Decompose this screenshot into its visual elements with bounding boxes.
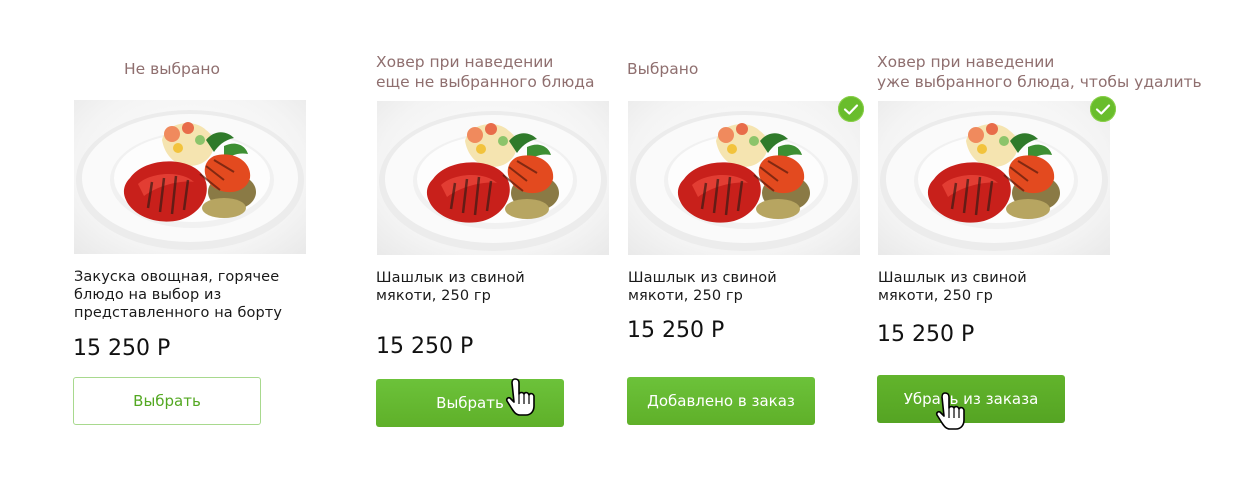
dish-title-line: представленного на борту	[74, 305, 283, 321]
dish-price: 15 250 Р	[376, 334, 474, 359]
dish-title: Шашлык из свиной мякоти, 250 гр	[376, 269, 616, 305]
checkmark-icon	[1090, 96, 1116, 122]
state-label-line: Ховер при наведении	[376, 53, 554, 71]
hand-cursor-icon	[505, 378, 535, 416]
hand-cursor-icon	[935, 392, 965, 430]
dish-title-line: Шашлык из свиной	[628, 270, 777, 286]
state-label-not-selected: Не выбрано	[124, 59, 220, 79]
dish-image	[74, 100, 306, 254]
select-button[interactable]: Выбрать	[73, 377, 261, 425]
state-label-line: еще не выбранного блюда	[376, 73, 595, 91]
state-label-selected: Выбрано	[627, 59, 698, 79]
state-label-line: уже выбранного блюда, чтобы удалить	[877, 73, 1202, 91]
checkmark-icon	[838, 96, 864, 122]
added-to-order-button[interactable]: Добавлено в заказ	[627, 377, 815, 425]
dish-title-line: Закуска овощная, горячее	[74, 269, 280, 285]
dish-title-line: мякоти, 250 гр	[878, 288, 993, 304]
state-label-line: Выбрано	[627, 60, 699, 78]
dish-title: Шашлык из свиной мякоти, 250 гр	[628, 269, 868, 305]
dish-title-line: Шашлык из свиной	[376, 270, 525, 286]
dish-title: Шашлык из свиной мякоти, 250 гр	[878, 269, 1118, 305]
state-label-hover-selected: Ховер при наведении уже выбранного блюда…	[877, 52, 1202, 92]
state-label-line: Ховер при наведении	[877, 53, 1055, 71]
remove-from-order-button[interactable]: Убрать из заказа	[877, 375, 1065, 423]
dish-image	[628, 101, 860, 255]
dish-title-line: блюдо на выбор из	[74, 287, 222, 303]
dish-price: 15 250 Р	[73, 336, 171, 361]
dish-title: Закуска овощная, горячее блюдо на выбор …	[74, 268, 314, 322]
dish-price: 15 250 Р	[877, 322, 975, 347]
state-label-hover-unselected: Ховер при наведении еще не выбранного бл…	[376, 52, 595, 92]
dish-image	[377, 101, 609, 255]
dish-price: 15 250 Р	[627, 318, 725, 343]
dish-title-line: мякоти, 250 гр	[628, 288, 743, 304]
state-label-line: Не выбрано	[124, 60, 221, 78]
dish-image	[878, 101, 1110, 255]
dish-title-line: мякоти, 250 гр	[376, 288, 491, 304]
dish-title-line: Шашлык из свиной	[878, 270, 1027, 286]
